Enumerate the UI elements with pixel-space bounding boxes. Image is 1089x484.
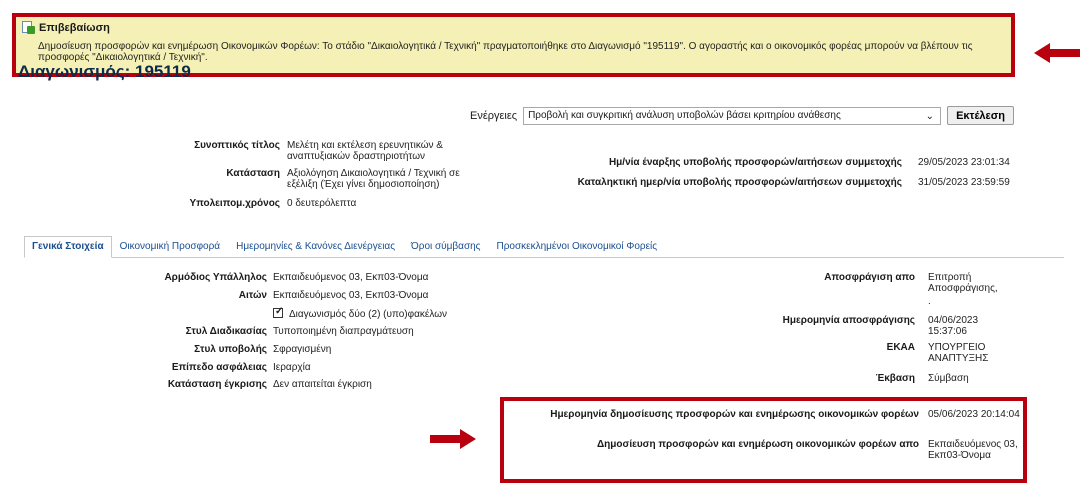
unseal-date-label: Ημερομηνία αποσφράγισης bbox=[782, 315, 915, 326]
actions-bar: Ενέργειες Προβολή και συγκριτική ανάλυση… bbox=[470, 106, 1014, 125]
callout-arrow-right-icon bbox=[430, 429, 476, 449]
unseal-by-value: Επιτροπή Αποσφράγισης, bbox=[928, 272, 998, 294]
officer-label: Αρμόδιος Υπάλληλος bbox=[164, 272, 267, 283]
ekaa-value: ΥΠΟΥΡΓΕΙΟ ΑΝΑΠΤΥΞΗΣ bbox=[928, 342, 989, 364]
start-date-value: 29/05/2023 23:01:34 bbox=[918, 157, 1010, 168]
actions-select-value: Προβολή και συγκριτική ανάλυση υποβολών … bbox=[528, 109, 841, 121]
security-label: Επίπεδο ασφάλειας bbox=[171, 362, 267, 373]
publish-date-value: 05/06/2023 20:14:04 bbox=[928, 409, 1020, 420]
remaining-time-value: 0 δευτερόλεπτα bbox=[287, 198, 357, 209]
confirmation-title: Επιβεβαίωση bbox=[39, 21, 110, 34]
start-date-label: Ημ/νία έναρξης υποβολής προσφορών/αιτήσε… bbox=[608, 157, 902, 168]
security-value: Ιεραρχία bbox=[273, 362, 311, 373]
status-value: Αξιολόγηση Δικαιολογητικά / Τεχνική σε ε… bbox=[287, 168, 460, 190]
outcome-value: Σύμβαση bbox=[928, 373, 969, 384]
submission-value: Σφραγισμένη bbox=[273, 344, 332, 355]
two-envelopes-label: Διαγωνισμός δύο (2) (υπο)φακέλων bbox=[289, 309, 448, 320]
remaining-time-label: Υπολειπομ.χρόνος bbox=[189, 198, 280, 209]
two-envelopes-checkbox[interactable] bbox=[273, 306, 283, 318]
procedure-value: Τυποποιημένη διαπραγμάτευση bbox=[273, 326, 414, 337]
confirmation-message: Δημοσίευση προσφορών και ενημέρωση Οικον… bbox=[38, 41, 973, 63]
chevron-down-icon: ⌄ bbox=[925, 110, 935, 122]
confirm-page-icon bbox=[22, 21, 35, 34]
callout-arrow-left-icon bbox=[1034, 43, 1080, 63]
unseal-by-extra: . bbox=[928, 296, 931, 307]
short-title-value: Μελέτη και εκτέλεση ερευνητικών & αναπτυ… bbox=[287, 140, 443, 162]
end-date-value: 31/05/2023 23:59:59 bbox=[918, 177, 1010, 188]
actions-select[interactable]: Προβολή και συγκριτική ανάλυση υποβολών … bbox=[523, 106, 942, 125]
publish-by-label: Δημοσίευση προσφορών και ενημέρωση οικον… bbox=[596, 439, 919, 450]
unseal-date-value: 04/06/2023 15:37:06 bbox=[928, 315, 979, 337]
officer-value: Εκπαιδευόμενος 03, Εκπ03-Όνομα bbox=[273, 272, 429, 283]
end-date-label: Καταληκτική ημερ/νία υποβολής προσφορών/… bbox=[577, 177, 902, 188]
publish-date-label: Ημερομηνία δημοσίευσης προσφορών και ενη… bbox=[550, 409, 919, 420]
page-title: Διαγωνισμός: 195119 bbox=[18, 62, 191, 81]
outcome-label: Έκβαση bbox=[875, 373, 915, 384]
procedure-label: Στυλ Διαδικασίας bbox=[185, 326, 267, 337]
publish-info-highlight: Ημερομηνία δημοσίευσης προσφορών και ενη… bbox=[500, 397, 1027, 483]
confirmation-header: Επιβεβαίωση bbox=[22, 21, 110, 34]
requester-value: Εκπαιδευόμενος 03, Εκπ03-Όνομα bbox=[273, 290, 429, 301]
unseal-by-label: Αποσφράγιση απο bbox=[824, 272, 915, 283]
approval-label: Κατάσταση έγκρισης bbox=[167, 379, 267, 390]
approval-value: Δεν απαιτείται έγκριση bbox=[273, 379, 372, 390]
ekaa-label: ΕΚΑΑ bbox=[886, 342, 915, 353]
tab-contract-terms[interactable]: Όροι σύμβασης bbox=[403, 236, 488, 257]
status-label: Κατάσταση bbox=[226, 168, 280, 179]
publish-by-value: Εκπαιδευόμενος 03, Εκπ03-Όνομα bbox=[928, 439, 1018, 461]
tab-financial-offer[interactable]: Οικονομική Προσφορά bbox=[112, 236, 228, 257]
requester-label: Αιτών bbox=[238, 290, 267, 301]
tab-bar: Γενικά Στοιχεία Οικονομική Προσφορά Ημερ… bbox=[24, 236, 1064, 258]
tab-invited-suppliers[interactable]: Προσκεκλημένοι Οικονομικοί Φορείς bbox=[489, 236, 666, 257]
submission-label: Στυλ υποβολής bbox=[194, 344, 267, 355]
short-title-label: Συνοπτικός τίτλος bbox=[194, 140, 280, 151]
execute-button[interactable]: Εκτέλεση bbox=[947, 106, 1014, 125]
two-envelopes-option[interactable]: Διαγωνισμός δύο (2) (υπο)φακέλων bbox=[273, 306, 503, 320]
tab-dates-rules[interactable]: Ημερομηνίες & Κανόνες Διενέργειας bbox=[228, 236, 403, 257]
tab-general[interactable]: Γενικά Στοιχεία bbox=[24, 236, 112, 258]
actions-label: Ενέργειες bbox=[470, 109, 518, 122]
